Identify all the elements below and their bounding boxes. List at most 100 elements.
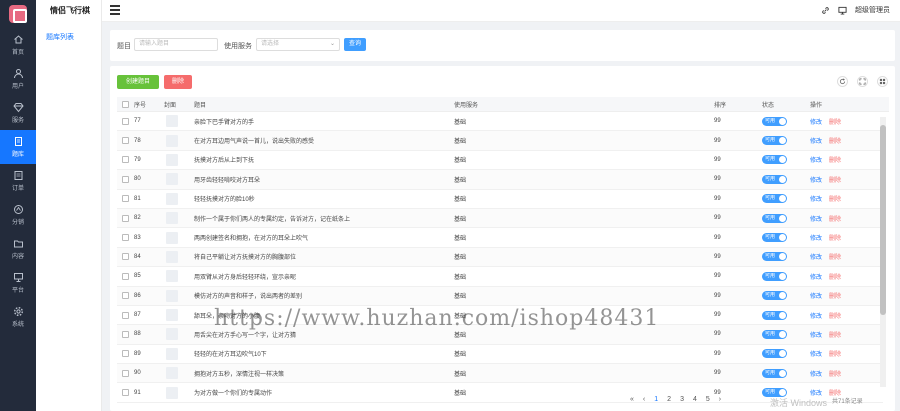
submenu-item-question-list[interactable]: 题库列表: [36, 32, 101, 42]
status-toggle[interactable]: 可用: [762, 291, 787, 301]
status-toggle[interactable]: 可用: [762, 349, 787, 359]
total-records: 共71条记录: [832, 399, 863, 405]
delete-link[interactable]: 删除: [829, 272, 841, 281]
fullscreen-icon[interactable]: [857, 76, 868, 87]
nav-item-7[interactable]: 平台: [0, 266, 36, 300]
prev-page-icon[interactable]: ‹: [643, 396, 645, 403]
row-checkbox[interactable]: [122, 272, 129, 280]
next-page-icon[interactable]: ›: [719, 396, 721, 403]
row-checkbox[interactable]: [122, 195, 129, 203]
row-id: 89: [134, 350, 141, 357]
service-select[interactable]: 请选择 ⌄: [256, 38, 340, 51]
table-row: 81 轻轻抚摸对方的脸10秒 基础 99 可用 修改 删除: [117, 190, 883, 209]
table-scrollbar[interactable]: [880, 117, 886, 387]
status-toggle[interactable]: 可用: [762, 271, 787, 281]
status-toggle[interactable]: 可用: [762, 174, 787, 184]
nav-item-1[interactable]: 用户: [0, 62, 36, 96]
page-number[interactable]: 2: [667, 396, 671, 403]
search-button[interactable]: 查询: [344, 38, 366, 51]
table-row: 79 抚摸对方后从上到下抚 基础 99 可用 修改 删除: [117, 151, 883, 171]
table-row: 85 用双臂从对方身后轻轻环绕，宣示亲昵 基础 99 可用 修改 删除: [117, 267, 883, 287]
edit-link[interactable]: 修改: [810, 136, 822, 145]
edit-link[interactable]: 修改: [810, 194, 822, 203]
row-checkbox[interactable]: [122, 137, 129, 145]
page-number[interactable]: 5: [706, 396, 710, 403]
status-toggle[interactable]: 可用: [762, 136, 787, 146]
status-toggle[interactable]: 可用: [762, 252, 787, 262]
delete-link[interactable]: 删除: [829, 252, 841, 261]
delete-link[interactable]: 删除: [829, 194, 841, 203]
row-checkbox[interactable]: [122, 175, 129, 183]
status-toggle[interactable]: 可用: [762, 194, 787, 204]
title-search-input[interactable]: 请输入题目: [134, 38, 218, 51]
delete-link[interactable]: 删除: [829, 175, 841, 184]
edit-link[interactable]: 修改: [810, 311, 822, 320]
edit-link[interactable]: 修改: [810, 214, 822, 223]
nav-item-2[interactable]: 服务: [0, 96, 36, 130]
table-row: 82 制作一个属于你们两人的专属约定，告诉对方，记在纸条上 基础 99 可用 修改 删除: [117, 208, 883, 229]
user-name[interactable]: 超级管理员: [855, 5, 890, 15]
columns-icon[interactable]: [877, 76, 888, 87]
delete-link[interactable]: 删除: [829, 117, 841, 126]
delete-link[interactable]: 删除: [829, 330, 841, 339]
col-id: 序号: [134, 102, 147, 109]
row-checkbox[interactable]: [122, 234, 129, 242]
edit-link[interactable]: 修改: [810, 291, 822, 300]
delete-link[interactable]: 删除: [829, 291, 841, 300]
col-ops: 操作: [810, 102, 823, 109]
first-page-icon[interactable]: «: [630, 396, 634, 403]
link-icon[interactable]: [821, 6, 830, 15]
row-checkbox[interactable]: [122, 350, 129, 358]
row-checkbox[interactable]: [122, 330, 129, 338]
delete-link[interactable]: 删除: [829, 155, 841, 164]
delete-link[interactable]: 删除: [829, 136, 841, 145]
row-checkbox[interactable]: [122, 214, 129, 222]
delete-link[interactable]: 删除: [829, 311, 841, 320]
row-checkbox[interactable]: [122, 292, 129, 300]
status-toggle[interactable]: 可用: [762, 310, 787, 320]
create-question-button[interactable]: 创建题目: [117, 75, 159, 89]
row-checkbox[interactable]: [122, 117, 129, 125]
nav-item-0[interactable]: 首页: [0, 28, 36, 62]
row-checkbox[interactable]: [122, 389, 129, 397]
nav-item-4[interactable]: 订单: [0, 164, 36, 198]
status-toggle[interactable]: 可用: [762, 213, 787, 223]
monitor-icon[interactable]: [838, 6, 847, 15]
page-number[interactable]: 1: [654, 396, 658, 403]
edit-link[interactable]: 修改: [810, 369, 822, 378]
delete-link[interactable]: 删除: [829, 214, 841, 223]
edit-link[interactable]: 修改: [810, 175, 822, 184]
status-toggle[interactable]: 可用: [762, 368, 787, 378]
row-id: 91: [134, 389, 141, 396]
menu-toggle-icon[interactable]: [110, 5, 120, 15]
page-number[interactable]: 4: [693, 396, 697, 403]
edit-link[interactable]: 修改: [810, 349, 822, 358]
cover-thumbnail: [166, 328, 178, 341]
edit-link[interactable]: 修改: [810, 252, 822, 261]
row-checkbox[interactable]: [122, 156, 129, 164]
row-sort: 99: [714, 215, 721, 222]
nav-item-5[interactable]: 分销: [0, 198, 36, 232]
status-toggle[interactable]: 可用: [762, 116, 787, 126]
row-checkbox[interactable]: [122, 369, 129, 377]
status-toggle[interactable]: 可用: [762, 329, 787, 339]
select-all-checkbox[interactable]: [122, 100, 129, 108]
edit-link[interactable]: 修改: [810, 155, 822, 164]
nav-item-6[interactable]: 内容: [0, 232, 36, 266]
status-toggle[interactable]: 可用: [762, 155, 787, 165]
refresh-icon[interactable]: [837, 76, 848, 87]
edit-link[interactable]: 修改: [810, 272, 822, 281]
delete-link[interactable]: 删除: [829, 369, 841, 378]
nav-item-3[interactable]: 题库: [0, 130, 36, 164]
batch-delete-button[interactable]: 删除: [164, 75, 192, 89]
edit-link[interactable]: 修改: [810, 233, 822, 242]
edit-link[interactable]: 修改: [810, 117, 822, 126]
delete-link[interactable]: 删除: [829, 349, 841, 358]
status-toggle[interactable]: 可用: [762, 233, 787, 243]
row-checkbox[interactable]: [122, 253, 129, 261]
edit-link[interactable]: 修改: [810, 330, 822, 339]
row-checkbox[interactable]: [122, 311, 129, 319]
delete-link[interactable]: 删除: [829, 233, 841, 242]
nav-item-8[interactable]: 系统: [0, 300, 36, 334]
page-number[interactable]: 3: [680, 396, 684, 403]
